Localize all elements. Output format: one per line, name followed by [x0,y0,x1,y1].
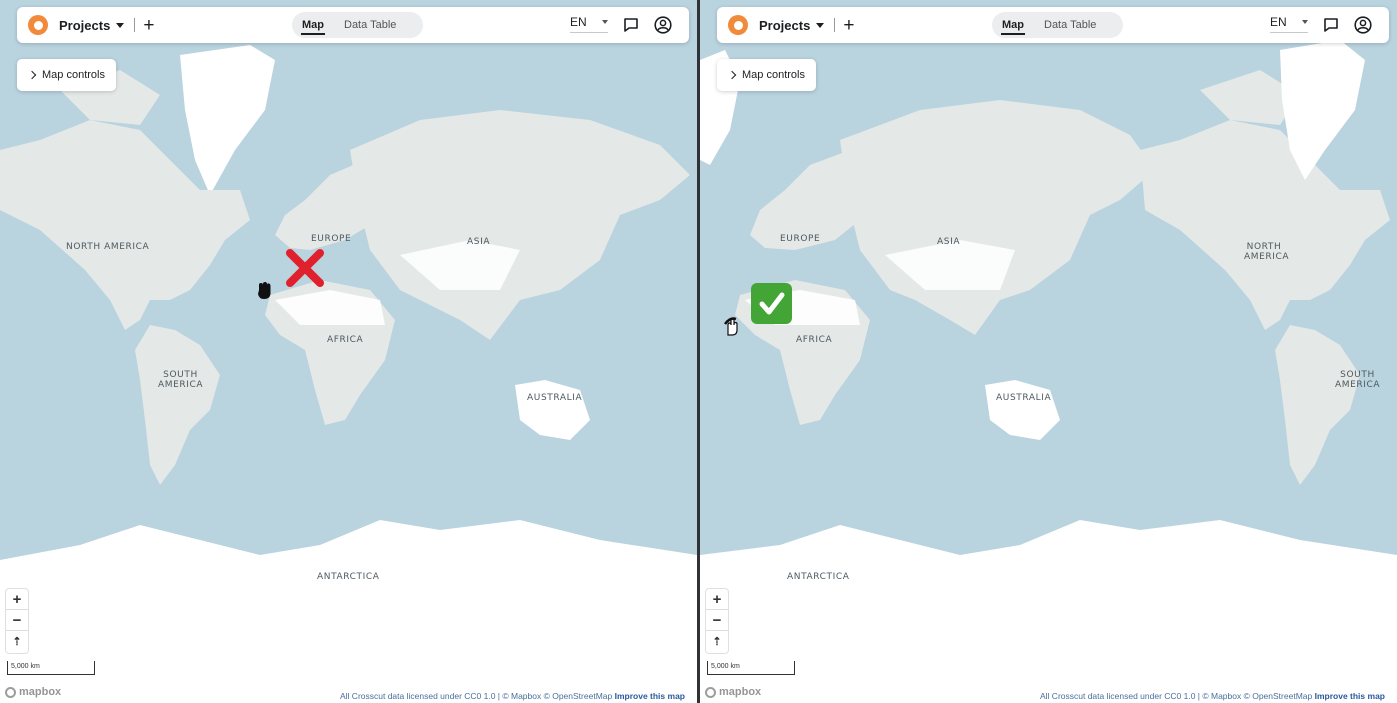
zoom-out-icon[interactable]: − [6,610,28,631]
map-controls-button[interactable]: Map controls [17,59,116,91]
caret-down-icon [1302,20,1308,24]
improve-map-link[interactable]: Improve this map [615,691,685,701]
mapbox-logo-icon[interactable]: mapbox [5,686,61,698]
label-asia: ASIA [467,237,491,247]
label-europe: EUROPE [780,234,821,244]
green-check-icon [751,283,792,324]
red-cross-icon [286,249,324,287]
top-bar: Projects + Map Data Table EN [717,7,1389,43]
top-bar: Projects + Map Data Table EN [17,7,689,43]
tab-map[interactable]: Map [292,12,334,38]
label-north-america: NORTH AMERICA [1244,242,1290,262]
hand-cursor-icon [258,282,271,299]
world-map-left[interactable] [0,0,697,703]
zoom-controls: + − ⇡ [6,589,28,653]
label-europe: EUROPE [311,234,352,244]
improve-map-link[interactable]: Improve this map [1315,691,1385,701]
zoom-in-icon[interactable]: + [706,589,728,610]
label-south-america: SOUTH AMERICA [1335,370,1381,390]
mapbox-label: mapbox [719,686,762,698]
label-australia: AUSTRALIA [996,393,1052,403]
attribution-text: All Crosscut data licensed under CC0 1.0… [340,691,613,701]
label-north-america: NORTH AMERICA [66,242,150,252]
chat-icon[interactable] [1323,17,1339,33]
projects-menu[interactable]: Projects [759,17,825,33]
zoom-in-icon[interactable]: + [6,589,28,610]
zoom-controls: + − ⇡ [706,589,728,653]
divider [834,18,836,32]
right-map-panel[interactable]: EUROPE ASIA AFRICA AUSTRALIA NORTH AMERI… [700,0,1397,703]
chevron-right-icon [727,70,737,80]
label-south-america: SOUTH AMERICA [158,370,204,390]
scale-bar: 5,000 km [707,661,795,675]
language-select[interactable]: EN [1270,15,1308,33]
scale-bar: 5,000 km [7,661,95,675]
mapbox-logo-icon[interactable]: mapbox [705,686,761,698]
attribution: All Crosscut data licensed under CC0 1.0… [340,691,685,701]
language-value: EN [1270,15,1287,29]
language-select[interactable]: EN [570,15,608,33]
attribution: All Crosscut data licensed under CC0 1.0… [1040,691,1385,701]
compass-icon[interactable]: ⇡ [6,631,28,652]
map-controls-label: Map controls [42,69,105,81]
label-australia: AUSTRALIA [527,393,583,403]
left-map-panel[interactable]: NORTH AMERICA SOUTH AMERICA EUROPE ASIA … [0,0,697,703]
label-asia: ASIA [937,237,961,247]
label-antarctica: ANTARCTICA [787,572,850,582]
world-map-right[interactable] [700,0,1397,703]
view-tabs: Map Data Table [992,12,1123,38]
map-controls-label: Map controls [742,69,805,81]
divider [134,18,136,32]
attribution-text: All Crosscut data licensed under CC0 1.0… [1040,691,1313,701]
hand-cursor-icon [723,317,738,336]
projects-menu[interactable]: Projects [59,17,125,33]
caret-down-icon [602,20,608,24]
caret-down-icon [116,22,125,28]
view-tabs: Map Data Table [292,12,423,38]
compass-icon[interactable]: ⇡ [706,631,728,652]
tab-data-table[interactable]: Data Table [334,12,406,38]
projects-label: Projects [759,17,811,33]
user-circle-icon[interactable] [1354,16,1372,34]
chevron-right-icon [27,70,37,80]
label-africa: AFRICA [327,335,364,345]
caret-down-icon [816,22,825,28]
chat-icon[interactable] [623,17,639,33]
projects-label: Projects [59,17,111,33]
plus-icon[interactable]: + [143,16,154,35]
user-circle-icon[interactable] [654,16,672,34]
language-value: EN [570,15,587,29]
crosscut-logo-icon[interactable] [28,15,48,35]
plus-icon[interactable]: + [843,16,854,35]
crosscut-logo-icon[interactable] [728,15,748,35]
split-screen: NORTH AMERICA SOUTH AMERICA EUROPE ASIA … [0,0,1397,703]
tab-data-table[interactable]: Data Table [1034,12,1106,38]
zoom-out-icon[interactable]: − [706,610,728,631]
label-africa: AFRICA [796,335,833,345]
mapbox-label: mapbox [19,686,62,698]
map-controls-button[interactable]: Map controls [717,59,816,91]
label-antarctica: ANTARCTICA [317,572,380,582]
tab-map[interactable]: Map [992,12,1034,38]
